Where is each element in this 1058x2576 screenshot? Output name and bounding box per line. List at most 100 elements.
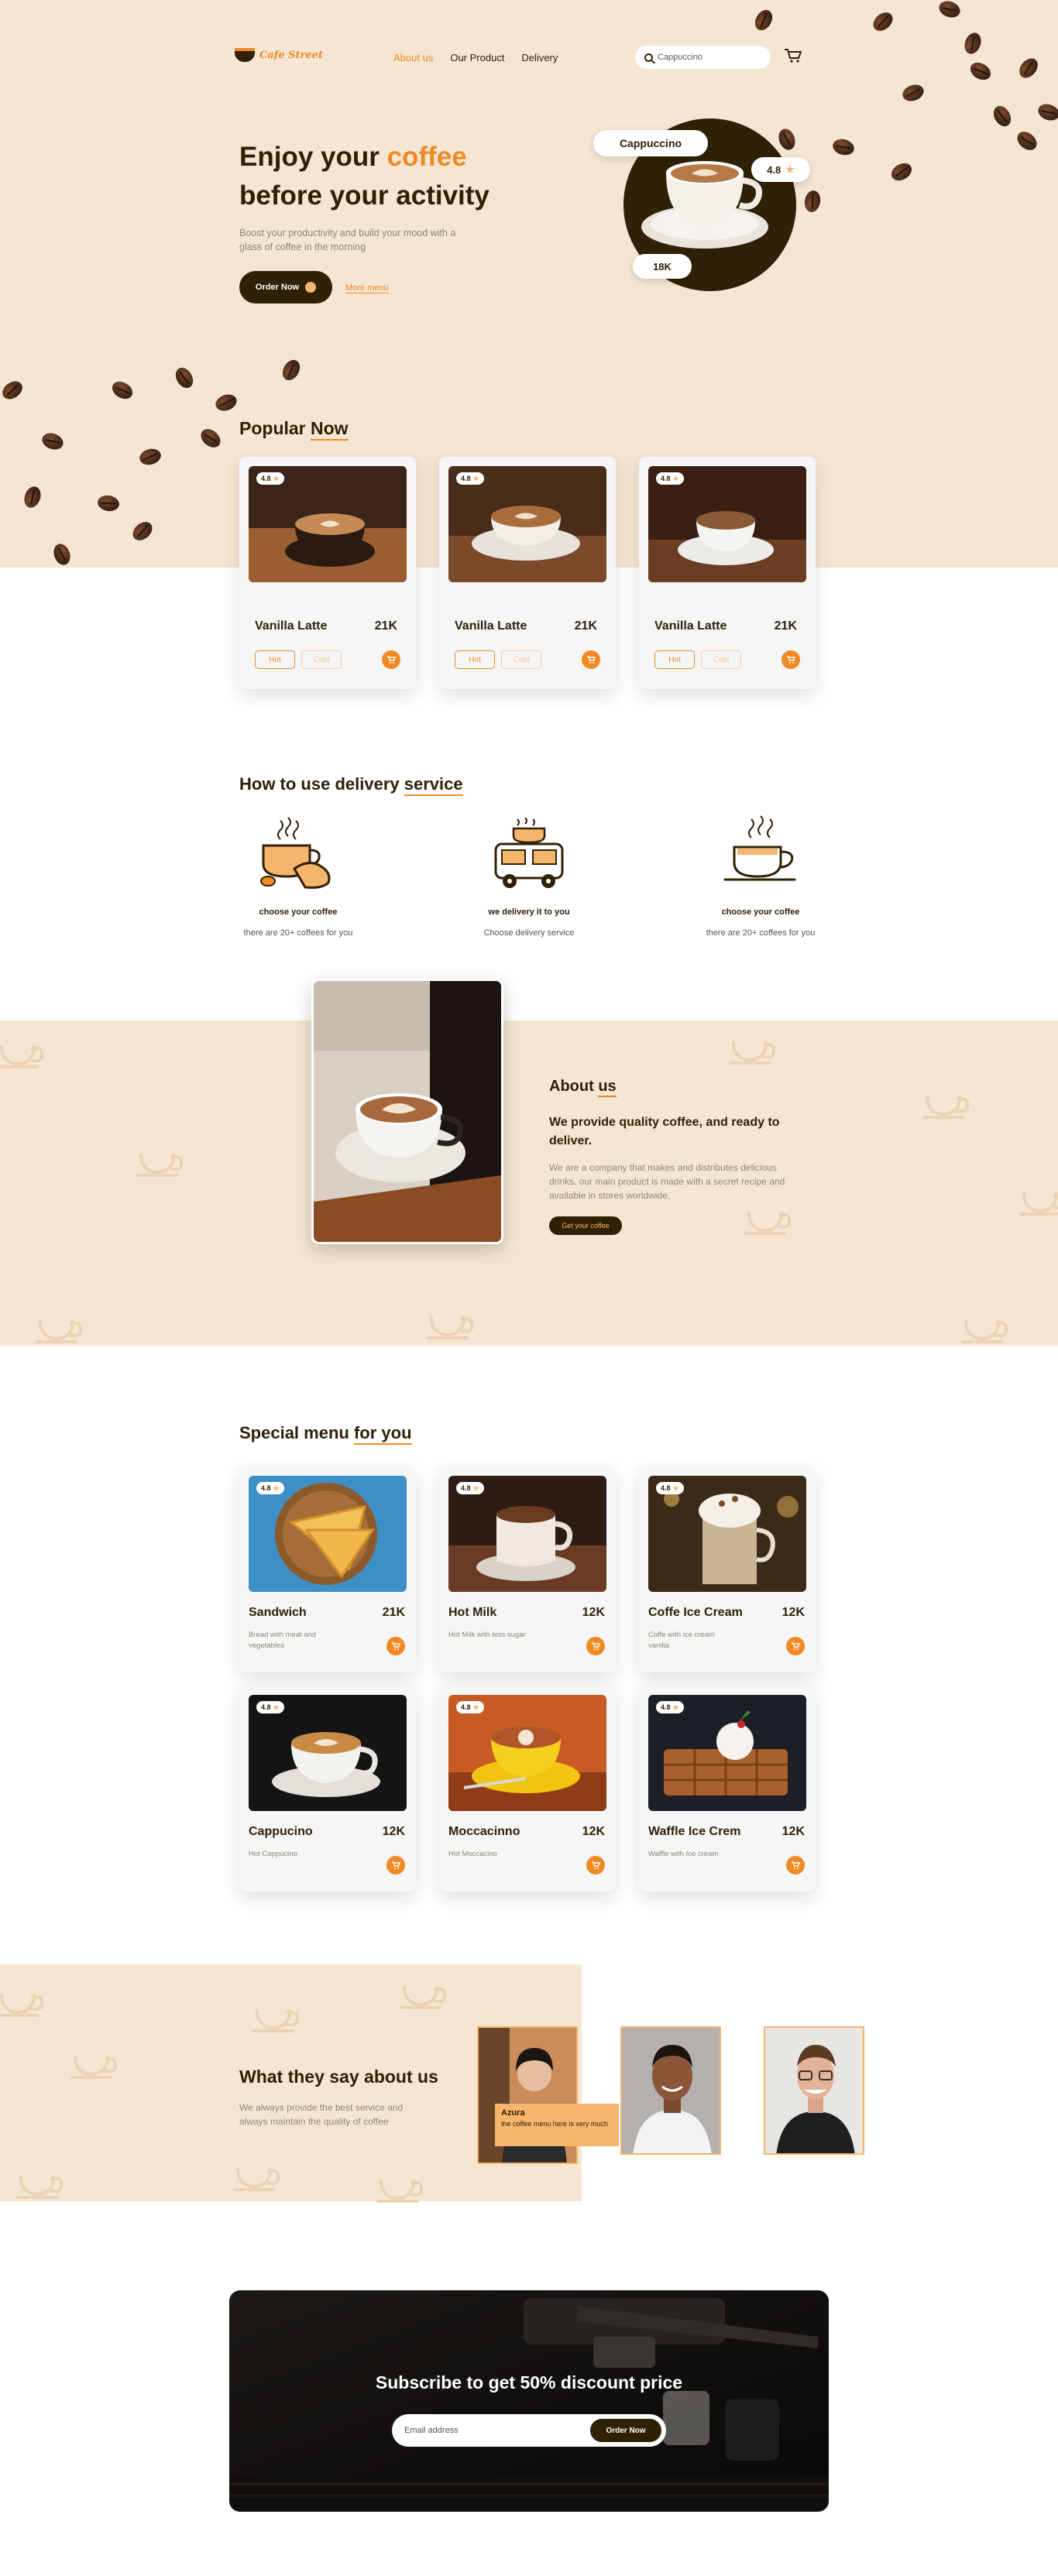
testimonial-photo[interactable] — [764, 2026, 864, 2155]
add-to-cart-button[interactable] — [386, 1637, 405, 1655]
hot-option[interactable]: Hot — [654, 650, 695, 669]
add-to-cart-button[interactable] — [386, 1856, 405, 1875]
menu-description: Coffe with ice cream vanilla — [648, 1631, 715, 1650]
step-subtitle: there are 20+ coffees for you — [243, 928, 353, 938]
menu-price: 12K — [382, 1825, 405, 1838]
menu-image: 4.8 ★ — [648, 1695, 806, 1811]
logo[interactable]: Cafe Street — [235, 48, 323, 62]
star-icon: ★ — [785, 163, 795, 175]
add-to-cart-button[interactable] — [781, 650, 800, 669]
cold-option[interactable]: Cold — [301, 650, 342, 669]
cart-icon — [392, 1642, 400, 1650]
page: Cafe Street About us Our Product Deliver… — [0, 0, 1058, 2576]
star-icon: ★ — [273, 474, 280, 482]
add-to-cart-button[interactable] — [786, 1637, 805, 1655]
menu-image: 4.8 ★ — [249, 1476, 407, 1592]
product-card[interactable]: 4.8 ★ Vanilla Latte 21K Hot Cold — [439, 457, 616, 689]
order-now-button[interactable]: Order Now — [239, 271, 332, 304]
cart-icon — [792, 1861, 800, 1869]
nav-about-us[interactable]: About us — [393, 52, 433, 63]
subscribe-banner: Subscribe to get 50% discount price Emai… — [229, 2290, 829, 2512]
testimonial-text: We always provide the best service and a… — [239, 2102, 404, 2127]
menu-name: Cappucino — [249, 1825, 313, 1838]
search-input[interactable]: Cappuccino — [635, 46, 771, 69]
step-subtitle: there are 20+ coffees for you — [706, 928, 816, 938]
add-to-cart-button[interactable] — [586, 1856, 605, 1875]
testimonial-photo[interactable] — [620, 2026, 721, 2155]
email-input[interactable]: Email address — [404, 2426, 590, 2435]
product-name: Vanilla Latte — [255, 619, 328, 633]
logo-cup-icon — [235, 48, 255, 62]
cart-icon — [587, 656, 596, 664]
menu-price: 12K — [582, 1606, 605, 1619]
cart-icon — [392, 1861, 400, 1869]
product-price: 21K — [374, 619, 397, 633]
main-nav: About us Our Product Delivery — [393, 52, 558, 63]
star-icon: ★ — [672, 474, 679, 482]
search-value: Cappuccino — [658, 53, 703, 62]
menu-name: Moccacinno — [448, 1825, 520, 1838]
menu-card[interactable]: 4.8 ★ Sandwich 21K Bread with meat and ve… — [239, 1466, 416, 1672]
rating-badge: 4.8 ★ — [456, 1701, 484, 1713]
subscribe-form: Email address Order Now — [392, 2414, 666, 2447]
about-title: About us — [549, 1078, 617, 1097]
product-card[interactable]: 4.8 ★ Vanilla Latte 21K Hot Cold — [639, 457, 816, 689]
menu-price: 21K — [382, 1606, 405, 1619]
more-menu-link[interactable]: More menu — [345, 283, 389, 293]
cold-option[interactable]: Cold — [701, 650, 741, 669]
rating-badge: 4.8 ★ — [456, 472, 484, 485]
popular-title: Popular Now — [239, 418, 349, 441]
menu-image: 4.8 ★ — [249, 1695, 407, 1811]
nav-our-product[interactable]: Our Product — [450, 52, 504, 63]
product-image: 4.8 ★ — [448, 466, 606, 582]
menu-card[interactable]: 4.8 ★ Waffle Ice Crem 12K Waffle with Ice… — [639, 1686, 816, 1892]
add-to-cart-button[interactable] — [382, 650, 400, 669]
menu-card[interactable]: 4.8 ★ Moccacinno 12K Hot Moccacino — [439, 1686, 616, 1892]
product-price: 21K — [574, 619, 597, 633]
cart-icon — [592, 1861, 600, 1869]
rating-badge: 4.8 ★ — [656, 1482, 684, 1494]
coffee-hand-icon — [260, 817, 331, 889]
hero-subtitle: Boost your productivity and build your m… — [239, 228, 456, 252]
hot-option[interactable]: Hot — [255, 650, 295, 669]
coffee-cup-icon — [723, 815, 796, 881]
menu-image: 4.8 ★ — [448, 1695, 606, 1811]
subscribe-title: Subscribe to get 50% discount price — [375, 2372, 683, 2392]
menu-name: Coffe Ice Cream — [648, 1606, 743, 1619]
hot-option[interactable]: Hot — [455, 650, 495, 669]
special-menu-title: Special menu for you — [239, 1423, 412, 1445]
menu-card[interactable]: 4.8 ★ Hot Milk 12K Hot Milk with less sug… — [439, 1466, 616, 1672]
about-background — [0, 1020, 1058, 1346]
menu-price: 12K — [582, 1825, 605, 1838]
menu-description: Hot Moccacino — [448, 1850, 497, 1858]
star-icon: ★ — [472, 474, 479, 482]
delivery-title: How to use delivery service — [239, 774, 463, 796]
add-to-cart-button[interactable] — [586, 1637, 605, 1655]
nav-delivery[interactable]: Delivery — [521, 52, 558, 63]
cart-icon[interactable] — [784, 48, 802, 63]
menu-image: 4.8 ★ — [448, 1476, 606, 1592]
menu-name: Sandwich — [249, 1606, 307, 1619]
cold-option[interactable]: Cold — [501, 650, 541, 669]
menu-card[interactable]: 4.8 ★ Cappucino 12K Hot Cappucino — [239, 1686, 416, 1892]
product-card[interactable]: 4.8 ★ Vanilla Latte 21K Hot Cold — [239, 457, 416, 689]
menu-description: Waffle with Ice cream — [648, 1850, 719, 1858]
menu-name: Waffle Ice Crem — [648, 1825, 741, 1838]
add-to-cart-button[interactable] — [786, 1856, 805, 1875]
subscribe-order-now-button[interactable]: Order Now — [590, 2419, 661, 2442]
step-subtitle: Choose delivery service — [483, 928, 575, 938]
star-icon: ★ — [273, 1703, 280, 1711]
cart-icon — [792, 1642, 800, 1650]
add-to-cart-button[interactable] — [582, 650, 600, 669]
rating-badge: 4.8 ★ — [456, 1482, 484, 1494]
menu-image: 4.8 ★ — [648, 1476, 806, 1592]
get-your-coffee-button[interactable]: Get your coffee — [549, 1216, 622, 1235]
cart-icon — [787, 656, 795, 664]
star-icon: ★ — [273, 1484, 280, 1492]
step-title: choose your coffee — [259, 907, 338, 917]
hero-rating-badge: 4.8 ★ — [751, 157, 810, 182]
menu-card[interactable]: 4.8 ★ Coffe Ice Cream 12K Coffe with ice … — [639, 1466, 816, 1672]
quote-author: Azura — [501, 2108, 525, 2118]
star-icon: ★ — [672, 1484, 679, 1492]
rating-badge: 4.8 ★ — [656, 1701, 684, 1713]
